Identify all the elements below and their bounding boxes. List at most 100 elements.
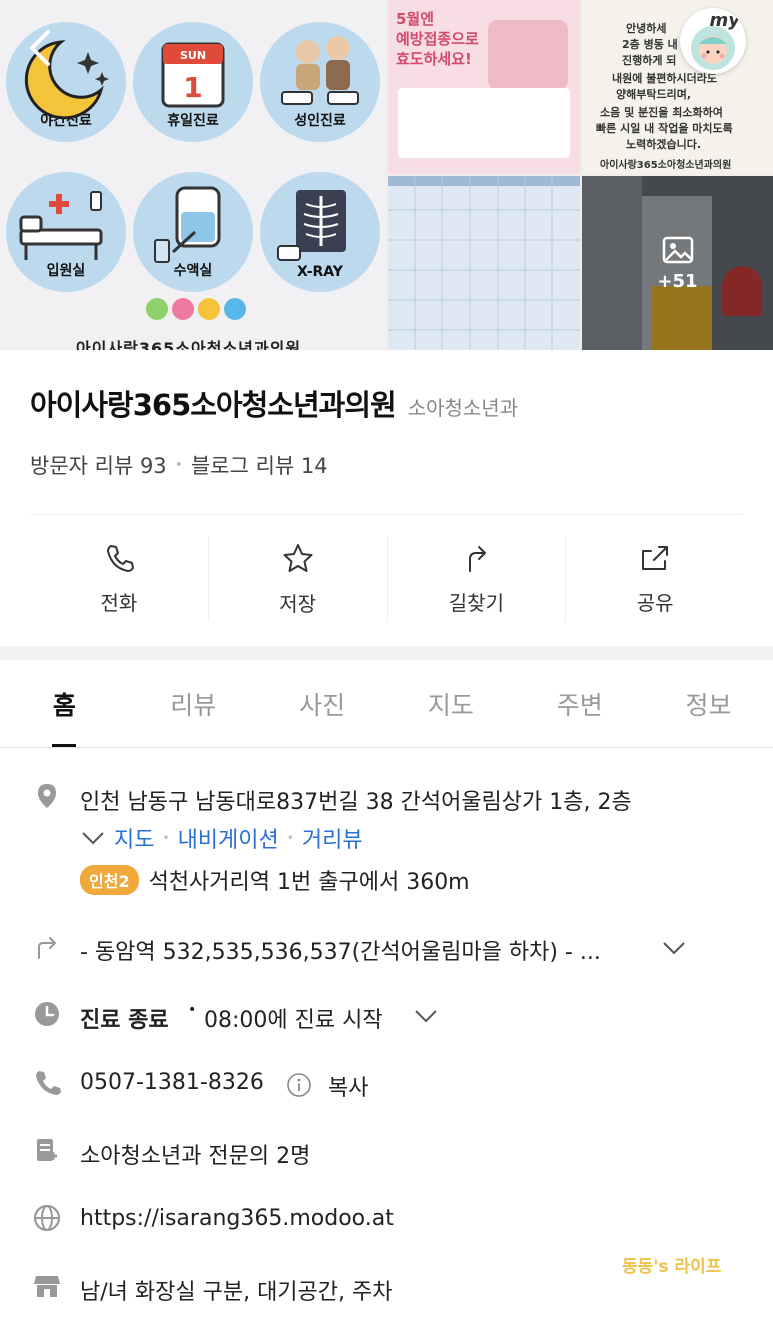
tab-reviews[interactable]: 리뷰	[129, 660, 258, 747]
mascot-blue	[224, 298, 246, 320]
thumb-title: 5월엔	[396, 10, 435, 28]
photo-thumb-4-more[interactable]: +51	[582, 176, 773, 350]
tab-home[interactable]: 홈	[0, 660, 129, 747]
location-pin-icon	[38, 784, 56, 808]
schedule-calendar-image	[388, 176, 580, 350]
night-care-circle: 야간진료	[6, 22, 126, 142]
notice-line: 빠른 시일 내 작업을 마치도록	[596, 122, 733, 135]
section-gap	[0, 646, 773, 660]
divider	[30, 514, 743, 515]
vaccine-info-table	[398, 88, 570, 158]
watermark: 동동's 라이프	[622, 1257, 722, 1277]
doctors-text: 소아청소년과 전문의 2명	[80, 1144, 311, 1169]
star-icon	[283, 543, 313, 572]
clock-icon	[35, 1002, 59, 1026]
more-photos-overlay[interactable]: +51	[582, 176, 773, 350]
place-title: 아이사랑365소아청소년과의원	[30, 388, 397, 422]
photo-thumb-2[interactable]: 안녕하세 2층 병동 내 인 진행하게 되 내원에 불편하시더라도 양해부탁드리…	[582, 0, 773, 174]
separator-dot: •	[188, 1002, 197, 1018]
xray-icon	[277, 190, 346, 261]
blog-review-link[interactable]: 블로그 리뷰 14	[191, 450, 328, 480]
map-link[interactable]: 지도	[114, 822, 154, 854]
couple-photo	[488, 20, 568, 90]
mascot-pink	[172, 298, 194, 320]
subway-info: 인천2 석천사거리역 1번 출구에서 360m	[80, 864, 470, 896]
store-icon	[34, 1276, 60, 1297]
image-gallery-icon	[662, 236, 693, 263]
calendar-day-label: SUN	[180, 49, 206, 62]
place-header: 아이사랑365소아청소년과의원 소아청소년과	[30, 382, 518, 424]
hospital-bed-icon	[19, 191, 103, 260]
my-profile-button[interactable]: my	[680, 8, 746, 74]
notice-line: 내원에 불편하시더라도	[612, 72, 718, 85]
chevron-down-icon[interactable]	[80, 828, 106, 848]
share-button[interactable]: 공유	[566, 536, 744, 622]
bus-text: - 동암역 532,535,536,537(간석어울림마을 하차) - ...	[80, 940, 601, 965]
address-links: 지도 • 내비게이션 • 거리뷰	[80, 822, 363, 854]
photo-thumb-1[interactable]: 5월엔 예방접종으로 효도하세요!	[388, 0, 580, 174]
xray-circle: X-RAY	[260, 172, 380, 292]
address-text: 인천 남동구 남동대로837번길 38 간석어울림상가 1층, 2층	[80, 790, 632, 815]
review-summary: 방문자 리뷰 93 • 블로그 리뷰 14	[30, 450, 328, 480]
tab-bar: 홈 리뷰 사진 지도 주변 정보	[0, 660, 773, 748]
subway-text: 석천사거리역 1번 출구에서 360m	[148, 870, 470, 895]
notice-line: 진행하게 되	[622, 54, 677, 67]
tab-info[interactable]: 정보	[644, 660, 773, 747]
save-button[interactable]: 저장	[209, 536, 388, 622]
share-label: 공유	[636, 590, 674, 615]
save-label: 저장	[279, 591, 317, 616]
iv-bag-icon	[154, 186, 221, 263]
mascot-green	[146, 298, 168, 320]
info-icon[interactable]	[286, 1072, 312, 1098]
photo-gallery[interactable]: 야간진료 SUN1 휴일진료 성인진료 입원실 수액실 X-RAY 아이사랑3	[0, 0, 773, 350]
visitor-review-link[interactable]: 방문자 리뷰 93	[30, 450, 167, 480]
globe-icon	[33, 1204, 61, 1232]
doctor-document-icon	[37, 1139, 57, 1161]
main-photo[interactable]: 야간진료 SUN1 휴일진료 성인진료 입원실 수액실 X-RAY 아이사랑3	[0, 0, 386, 350]
hours-status: 진료 종료	[80, 1008, 169, 1033]
notice-line: 노력하겠습니다.	[626, 138, 702, 151]
share-icon	[642, 545, 669, 570]
website-link[interactable]: https://isarang365.modoo.at	[80, 1206, 394, 1231]
iv-room-circle: 수액실	[133, 172, 253, 292]
my-label: my	[709, 10, 741, 31]
chevron-down-icon[interactable]	[414, 1008, 438, 1024]
mascot-yellow	[198, 298, 220, 320]
thumb-subtitle: 효도하세요!	[396, 50, 472, 68]
phone-icon	[106, 544, 134, 572]
thumb-subtitle: 예방접종으로	[396, 30, 479, 48]
action-bar: 전화 저장 길찾기 공유	[30, 536, 744, 622]
place-category: 소아청소년과	[407, 396, 519, 420]
moon-icon	[24, 40, 109, 120]
separator-dot: •	[174, 457, 183, 473]
hours-detail: 08:00에 진료 시작	[204, 1008, 383, 1033]
adult-care-circle: 성인진료	[260, 22, 380, 142]
tab-map[interactable]: 지도	[386, 660, 515, 747]
photo-thumb-3[interactable]	[388, 176, 580, 350]
chevron-down-icon[interactable]	[662, 940, 686, 956]
phone-icon	[36, 1071, 61, 1095]
directions-label: 길찾기	[448, 590, 504, 615]
call-button[interactable]: 전화	[30, 536, 209, 622]
holiday-care-circle: SUN 1 휴일진료	[133, 22, 253, 142]
calendar-day-number: 1	[183, 71, 202, 104]
mascot-blobs	[146, 298, 246, 320]
notice-line: 안녕하세	[626, 22, 667, 35]
navigation-link[interactable]: 내비게이션	[178, 822, 279, 854]
tab-nearby[interactable]: 주변	[515, 660, 644, 747]
separator-dot: •	[162, 831, 170, 845]
directions-button[interactable]: 길찾기	[388, 536, 567, 622]
back-arrow-icon[interactable]	[26, 28, 56, 68]
clinic-logo-text: 아이사랑365소아청소년과의원	[76, 339, 302, 350]
ward-circle: 입원실	[6, 172, 126, 292]
more-photos-count: +51	[657, 270, 698, 292]
tab-photos[interactable]: 사진	[258, 660, 387, 747]
subway-line-badge: 인천2	[80, 865, 139, 895]
phone-number[interactable]: 0507-1381-8326	[80, 1070, 264, 1095]
street-view-link[interactable]: 거리뷰	[302, 822, 363, 854]
separator-dot: •	[286, 831, 294, 845]
notice-line: 양해부탁드리며,	[616, 88, 692, 101]
copy-button[interactable]: 복사	[328, 1070, 368, 1102]
calendar-icon: SUN 1	[161, 42, 225, 108]
notice-line: 소음 및 분진을 최소화하여	[600, 106, 723, 119]
